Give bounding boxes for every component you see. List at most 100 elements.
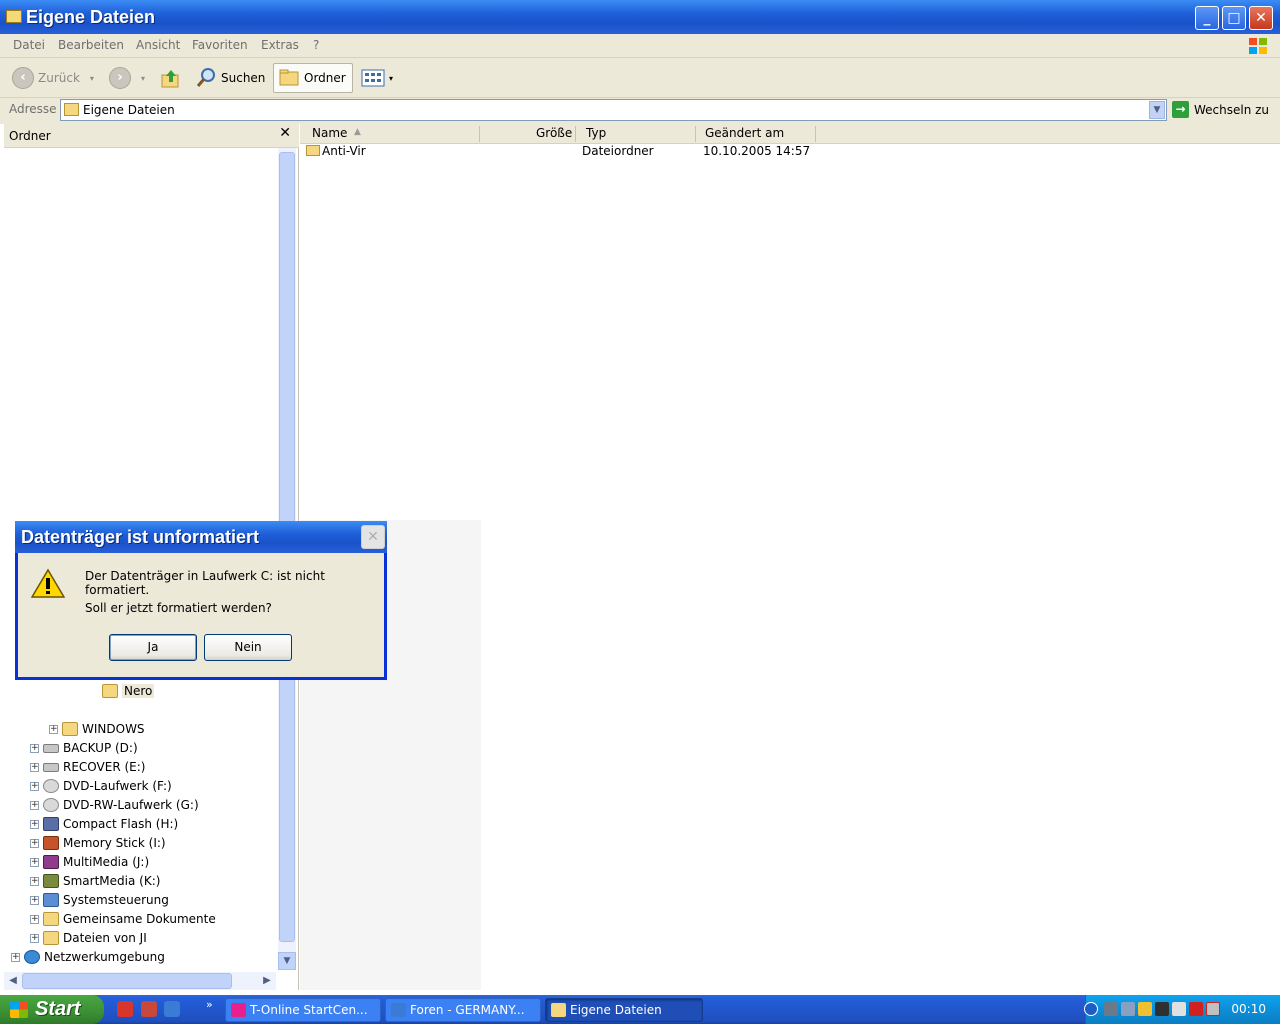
taskbar-item-foren[interactable]: Foren - GERMANY... (385, 998, 541, 1022)
forward-dropdown-icon[interactable]: ▾ (141, 74, 145, 83)
system-tray: 00:10 (1084, 995, 1280, 1024)
scroll-right-icon[interactable]: ▶ (258, 972, 276, 990)
minimize-button[interactable]: _ (1195, 6, 1219, 30)
quicklaunch-browser-icon[interactable] (164, 1001, 180, 1017)
expand-icon[interactable]: + (30, 781, 39, 791)
search-button[interactable]: Suchen (195, 63, 265, 93)
expand-icon[interactable]: + (30, 876, 39, 886)
expand-icon[interactable]: + (30, 800, 39, 810)
folder-icon (102, 684, 118, 698)
tree-item-multimedia[interactable]: + MultiMedia (J:) (30, 853, 149, 871)
go-arrow-icon: → (1172, 101, 1189, 118)
toolbar: ‹ Zurück ▾ › ▾ Suchen Ordner ▾ (0, 58, 1280, 98)
forward-button[interactable]: › ▾ (109, 63, 145, 93)
expand-icon[interactable]: + (30, 895, 39, 905)
browser-icon (391, 1003, 406, 1017)
close-pane-icon[interactable]: ✕ (279, 125, 291, 141)
expand-icon[interactable]: + (30, 743, 39, 753)
menu-help[interactable]: ? (313, 38, 319, 52)
menu-bearbeiten[interactable]: Bearbeiten (58, 38, 124, 52)
no-button[interactable]: Nein (204, 634, 292, 661)
dialog-message: Der Datenträger in Laufwerk C: ist nicht… (85, 569, 325, 597)
up-button[interactable] (160, 63, 182, 93)
views-button[interactable]: ▾ (361, 63, 393, 93)
expand-icon[interactable]: + (30, 762, 39, 772)
drive-icon (43, 762, 59, 772)
tree-item-smartmedia[interactable]: + SmartMedia (K:) (30, 872, 160, 890)
expand-icon[interactable]: + (30, 933, 39, 943)
close-button[interactable]: ✕ (1249, 6, 1273, 30)
menu-extras[interactable]: Extras (261, 38, 299, 52)
tray-app-icon[interactable] (1138, 1002, 1152, 1016)
yes-button[interactable]: Ja (109, 634, 197, 661)
menu-favoriten[interactable]: Favoriten (192, 38, 248, 52)
scroll-left-icon[interactable]: ◀ (4, 972, 22, 990)
column-modified[interactable]: Geändert am (705, 126, 784, 142)
folder-icon (43, 912, 59, 926)
tree-item-recover[interactable]: + RECOVER (E:) (30, 758, 145, 776)
tree-horizontal-scrollbar[interactable]: ◀ ▶ (4, 972, 276, 990)
tree-item-memory-stick[interactable]: + Memory Stick (I:) (30, 834, 166, 852)
tree-item-user-files[interactable]: + Dateien von JI (30, 929, 147, 947)
expand-icon[interactable]: + (11, 952, 20, 962)
column-separator[interactable] (479, 126, 480, 142)
control-panel-icon (43, 893, 59, 907)
tray-expand-icon[interactable] (1084, 1002, 1098, 1016)
tree-item-compact-flash[interactable]: + Compact Flash (H:) (30, 815, 178, 833)
expand-icon[interactable]: + (30, 857, 39, 867)
quicklaunch-more-icon[interactable]: » (206, 998, 213, 1011)
folders-button[interactable]: Ordner (273, 63, 353, 93)
column-type[interactable]: Typ (586, 126, 606, 142)
tree-item-windows[interactable]: + WINDOWS (49, 720, 145, 738)
menu-datei[interactable]: Datei (13, 38, 45, 52)
scroll-thumb[interactable] (22, 973, 232, 989)
quicklaunch-app-icon[interactable] (141, 1001, 157, 1017)
clock[interactable]: 00:10 (1231, 1002, 1266, 1016)
tree-item-network[interactable]: + Netzwerkumgebung (11, 948, 165, 966)
folder-icon (62, 722, 78, 736)
tree-item-backup[interactable]: + BACKUP (D:) (30, 739, 138, 757)
tray-antivirus-icon[interactable] (1189, 1002, 1203, 1016)
menu-ansicht[interactable]: Ansicht (136, 38, 180, 52)
row-type: Dateiordner (582, 144, 654, 156)
tray-app-icon[interactable] (1155, 1002, 1169, 1016)
tree-item-nero[interactable]: Nero (102, 682, 155, 700)
column-separator[interactable] (695, 126, 696, 142)
smartmedia-icon (43, 874, 59, 888)
sort-ascending-icon: ▲ (354, 127, 361, 137)
taskbar-item-eigene-dateien[interactable]: Eigene Dateien (545, 998, 703, 1022)
title-bar[interactable]: Eigene Dateien _ □ ✕ (0, 0, 1280, 34)
dialog-close-button[interactable]: ✕ (361, 525, 385, 549)
expand-icon[interactable]: + (30, 838, 39, 848)
expand-icon[interactable]: + (30, 819, 39, 829)
column-size[interactable]: Größe (536, 126, 572, 142)
scroll-down-icon[interactable]: ▼ (278, 952, 296, 970)
tree-item-shared-documents[interactable]: + Gemeinsame Dokumente (30, 910, 216, 928)
taskbar-item-tonline[interactable]: T-Online StartCen... (225, 998, 381, 1022)
go-button[interactable]: → Wechseln zu (1172, 101, 1269, 118)
back-button[interactable]: ‹ Zurück ▾ (12, 63, 94, 93)
column-name[interactable]: Name (312, 126, 347, 142)
tree-item-dvd[interactable]: + DVD-Laufwerk (F:) (30, 777, 172, 795)
quicklaunch-app-icon[interactable] (117, 1001, 133, 1017)
expand-icon[interactable]: + (49, 724, 58, 734)
tray-app-icon[interactable] (1172, 1002, 1186, 1016)
folder-icon (551, 1003, 566, 1017)
tree-item-dvd-rw[interactable]: + DVD-RW-Laufwerk (G:) (30, 796, 199, 814)
forward-arrow-icon: › (109, 67, 131, 89)
tree-item-control-panel[interactable]: + Systemsteuerung (30, 891, 169, 909)
memory-stick-icon (43, 836, 59, 850)
dialog-title-bar[interactable]: Datenträger ist unformatiert ✕ (15, 521, 387, 553)
drive-icon (43, 743, 59, 753)
tray-app-icon[interactable] (1104, 1002, 1118, 1016)
tray-app-icon[interactable] (1206, 1002, 1220, 1016)
maximize-button[interactable]: □ (1222, 6, 1246, 30)
address-dropdown-icon[interactable]: ▼ (1149, 101, 1165, 119)
column-separator[interactable] (815, 126, 816, 142)
start-button[interactable]: Start (0, 995, 104, 1024)
expand-icon[interactable]: + (30, 914, 39, 924)
tray-network-icon[interactable] (1121, 1002, 1135, 1016)
back-dropdown-icon[interactable]: ▾ (90, 74, 94, 83)
address-input[interactable]: Eigene Dateien ▼ (60, 99, 1167, 121)
column-separator[interactable] (575, 126, 576, 142)
